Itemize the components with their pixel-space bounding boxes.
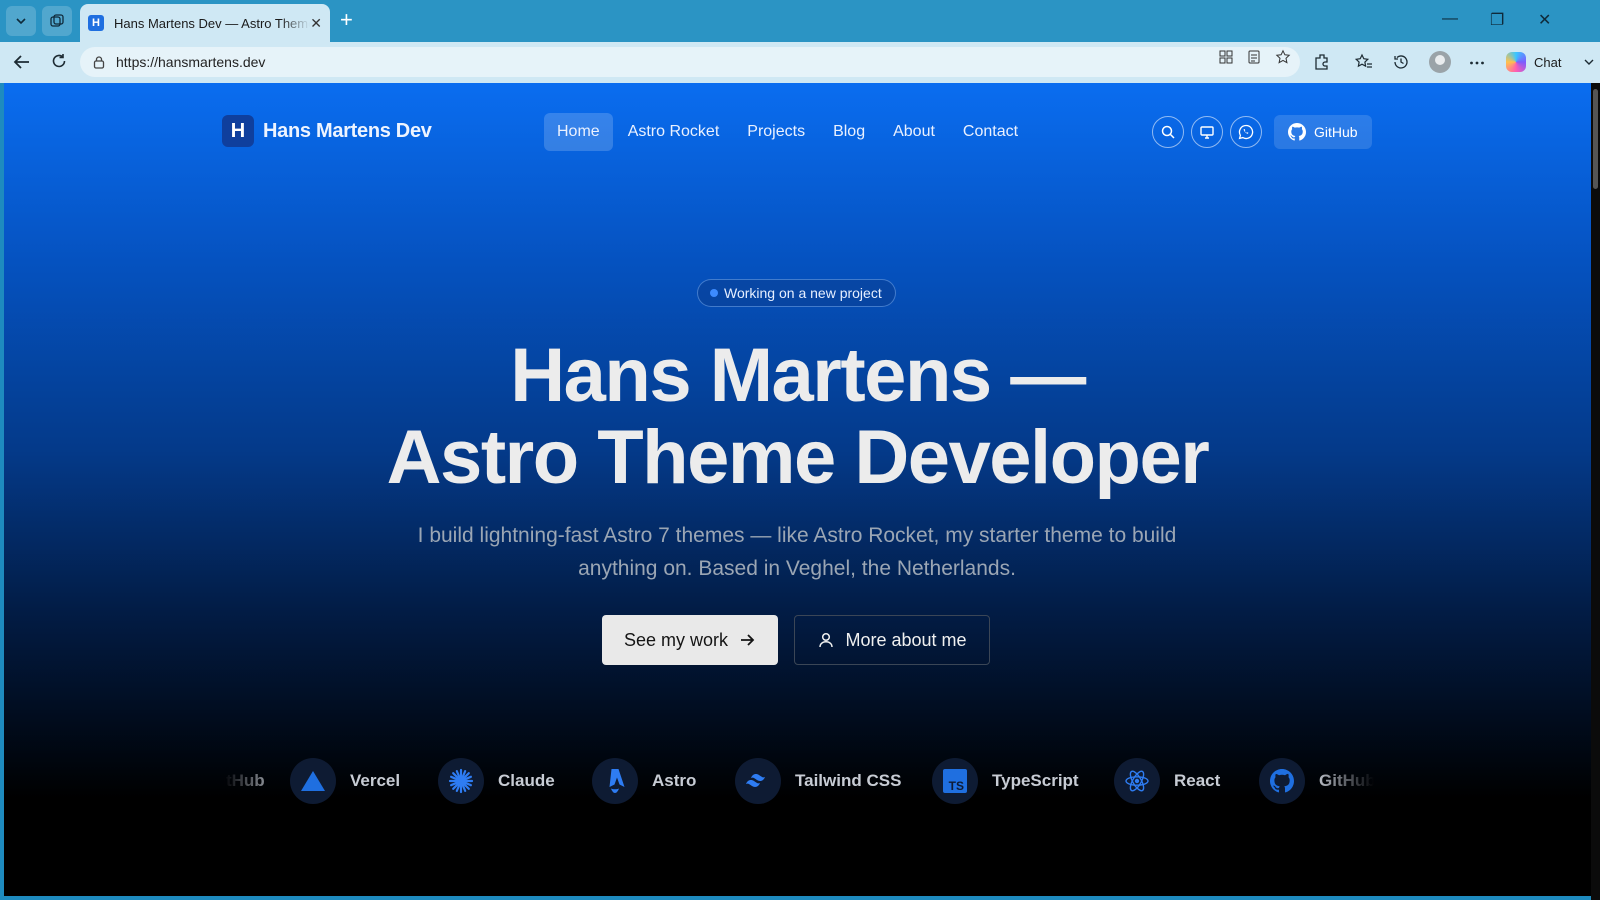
- svg-text:TS: TS: [949, 779, 964, 793]
- whatsapp-icon: [1238, 124, 1254, 140]
- address-bar-row: https://hansmartens.dev Chat: [0, 42, 1600, 83]
- extensions-icon[interactable]: [1313, 53, 1331, 71]
- site-favicon-icon: H: [88, 15, 104, 31]
- nav-about[interactable]: About: [880, 113, 948, 151]
- nav-astro-rocket[interactable]: Astro Rocket: [615, 113, 733, 151]
- chat-label: Chat: [1534, 54, 1562, 70]
- chevron-down-icon: [1584, 59, 1594, 65]
- nav-blog[interactable]: Blog: [820, 113, 878, 151]
- logo-name: React: [1174, 771, 1221, 790]
- logo-name: Tailwind CSS: [795, 771, 902, 790]
- copilot-chat-button[interactable]: Chat: [1506, 48, 1595, 76]
- logo-name: GitHub: [224, 771, 265, 790]
- restore-icon[interactable]: ❐: [1490, 10, 1504, 30]
- logo-name: Astro: [652, 771, 697, 790]
- hero-title: Hans Martens — Astro Theme Developer: [4, 335, 1591, 499]
- logo-item-vercel: Vercel: [290, 755, 400, 807]
- search-button[interactable]: [1152, 116, 1184, 148]
- refresh-icon[interactable]: [50, 52, 68, 70]
- github-icon: [1259, 758, 1305, 804]
- vercel-icon: [290, 758, 336, 804]
- tailwind-icon: [735, 758, 781, 804]
- workspaces-button[interactable]: [42, 6, 72, 36]
- url-text: https://hansmartens.dev: [116, 54, 266, 70]
- minimize-icon[interactable]: —: [1442, 10, 1458, 28]
- tab-active[interactable]: H Hans Martens Dev — Astro Theme Develop…: [80, 4, 330, 42]
- hero-subtitle: I build lightning-fast Astro 7 themes — …: [417, 524, 1177, 580]
- reader-mode-icon[interactable]: [1246, 49, 1262, 65]
- whatsapp-button[interactable]: [1230, 116, 1262, 148]
- logo-item-github: GitHub: [224, 755, 265, 807]
- browser-tab-bar: H Hans Martens Dev — Astro Theme Develop…: [0, 0, 1600, 42]
- logo-item-github-2: GitHub: [1259, 755, 1374, 807]
- status-badge-text: Working on a new project: [724, 285, 882, 301]
- react-icon: [1114, 758, 1160, 804]
- search-icon: [1161, 125, 1175, 139]
- nav-projects[interactable]: Projects: [734, 113, 818, 151]
- close-tab-icon[interactable]: ✕: [310, 15, 322, 32]
- new-tab-button[interactable]: +: [340, 8, 353, 32]
- close-window-icon[interactable]: ✕: [1538, 10, 1551, 30]
- page-scrollbar[interactable]: [1591, 83, 1600, 900]
- logo-item-tailwind: Tailwind CSS: [735, 755, 901, 807]
- web-page: H Hans Martens Dev Home Astro Rocket Pro…: [4, 83, 1591, 896]
- brand-name: Hans Martens Dev: [263, 119, 432, 142]
- scrollbar-thumb[interactable]: [1593, 89, 1598, 189]
- logo-item-react: React: [1114, 755, 1220, 807]
- logo-name: TypeScript: [992, 771, 1079, 790]
- logo-item-claude: Claude: [438, 755, 555, 807]
- favorite-star-icon[interactable]: [1275, 49, 1291, 65]
- logo-name: GitHub: [1319, 771, 1374, 790]
- theme-toggle-button[interactable]: [1191, 116, 1223, 148]
- typescript-icon: TS: [932, 758, 978, 804]
- app-grid-icon[interactable]: [1218, 49, 1234, 65]
- tab-title: Hans Martens Dev — Astro Theme Developer: [114, 15, 310, 31]
- address-input[interactable]: https://hansmartens.dev: [80, 47, 1300, 77]
- github-icon: [1288, 123, 1306, 141]
- tab-list-button[interactable]: [6, 6, 36, 36]
- nav-contact[interactable]: Contact: [950, 113, 1031, 151]
- tabs-icon: [50, 14, 64, 27]
- copilot-icon: [1506, 52, 1526, 72]
- favorites-icon[interactable]: [1355, 53, 1373, 71]
- github-button[interactable]: GitHub: [1274, 115, 1372, 149]
- main-nav: Home Astro Rocket Projects Blog About Co…: [544, 113, 1031, 151]
- monitor-icon: [1200, 126, 1214, 139]
- nav-home[interactable]: Home: [544, 113, 613, 151]
- see-my-work-button[interactable]: See my work: [602, 615, 778, 665]
- user-icon: [819, 632, 834, 648]
- hero-title-line-2: Astro Theme Developer: [386, 415, 1210, 500]
- profile-avatar[interactable]: [1429, 51, 1451, 73]
- more-about-me-label: More about me: [845, 629, 967, 650]
- tech-logo-marquee: GitHub Vercel Claude Astro: [224, 755, 1374, 807]
- brand-mark-icon: H: [222, 115, 254, 147]
- arrow-right-icon: [741, 634, 755, 646]
- back-icon[interactable]: [12, 52, 32, 72]
- logo-name: Vercel: [350, 771, 401, 790]
- more-about-me-button[interactable]: More about me: [794, 615, 990, 665]
- status-dot-icon: [710, 289, 718, 297]
- claude-icon: [438, 758, 484, 804]
- more-options-icon[interactable]: [1468, 54, 1486, 72]
- logo-item-typescript: TS TypeScript: [932, 755, 1079, 807]
- see-my-work-label: See my work: [623, 629, 729, 650]
- github-label: GitHub: [1314, 124, 1358, 140]
- status-badge: Working on a new project: [697, 279, 896, 307]
- logo-name: Claude: [498, 771, 555, 790]
- astro-icon: [592, 758, 638, 804]
- hero-title-line-1: Hans Martens —: [510, 333, 1086, 418]
- site-logo-link[interactable]: H Hans Martens Dev: [222, 115, 432, 147]
- logo-item-astro: Astro: [592, 755, 696, 807]
- lock-icon[interactable]: [92, 55, 106, 69]
- chevron-down-icon: [16, 18, 26, 25]
- history-icon[interactable]: [1392, 53, 1410, 71]
